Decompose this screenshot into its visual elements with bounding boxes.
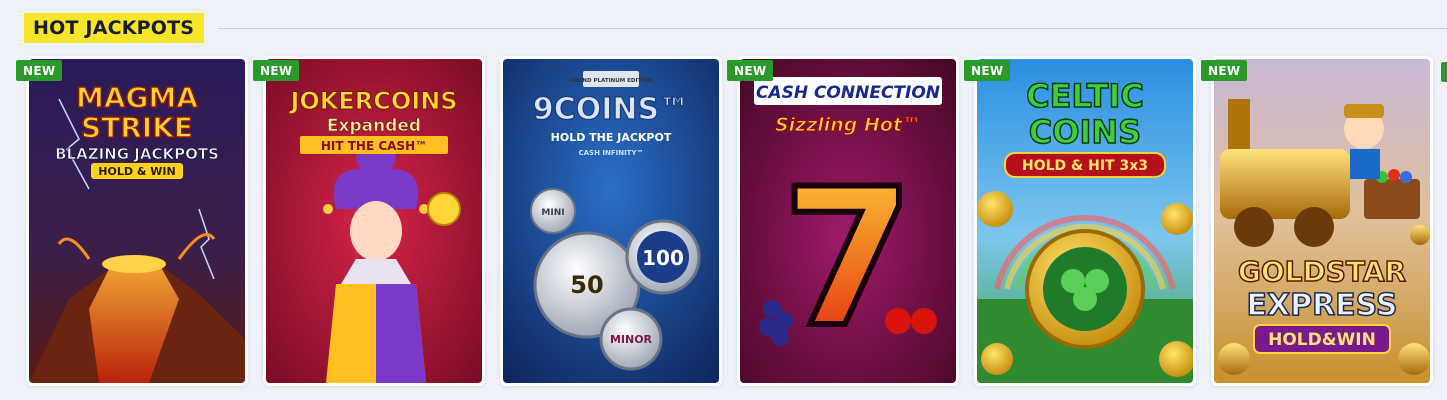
svg-text:HOLD & HIT 3x3: HOLD & HIT 3x3 — [1022, 158, 1148, 174]
new-badge: NEW — [253, 60, 300, 81]
section-title: HOT JACKPOTS — [24, 13, 205, 43]
game-title: GOLDSTAR — [1238, 255, 1406, 288]
new-badge: NEW — [16, 60, 63, 81]
game-card-cash-connection[interactable]: NEW CASH CONNECTION Sizzling Hot™ 7 — [727, 56, 959, 386]
svg-text:STRIKE: STRIKE — [81, 111, 193, 144]
game-thumbnail: CELTIC COINS HOLD & HIT 3x3 — [977, 59, 1193, 383]
game-title: MAGMA — [76, 81, 198, 114]
game-thumbnail: GOLDSTAR EXPRESS HOLD&WIN — [1214, 59, 1430, 383]
svg-text:GRAND PLATINUM EDITION: GRAND PLATINUM EDITION — [569, 78, 653, 84]
game-title: CELTIC — [1026, 77, 1144, 115]
games-grid: NEW MAGMA STRIKE BLAZING JACKPOTS HOLD &… — [16, 56, 1447, 389]
game-card-goldstar-express[interactable]: NEW GOLDSTAR EXPRESS HOLD&WIN — [1201, 56, 1433, 386]
game-title: 9COINS™ — [533, 92, 689, 127]
new-badge: NEW — [727, 60, 774, 81]
new-badge: NEW — [1201, 60, 1248, 81]
svg-text:HOLD&WIN: HOLD&WIN — [1268, 330, 1376, 350]
game-card-celtic-coins[interactable]: NEW CELTIC COINS HOLD & HIT 3x3 — [964, 56, 1196, 386]
game-card-magma-strike[interactable]: NEW MAGMA STRIKE BLAZING JACKPOTS HOLD &… — [16, 56, 248, 386]
svg-text:MINI: MINI — [541, 208, 564, 218]
game-card-9-coins[interactable]: GRAND PLATINUM EDITION 9COINS™ HOLD THE … — [500, 56, 722, 386]
svg-text:EXPRESS: EXPRESS — [1246, 288, 1397, 323]
header-divider — [218, 27, 1447, 29]
game-title: CASH CONNECTION — [756, 83, 940, 103]
svg-text:7: 7 — [782, 148, 914, 369]
svg-text:Sizzling Hot™: Sizzling Hot™ — [775, 114, 921, 136]
section-header: HOT JACKPOTS — [24, 12, 1447, 44]
game-thumbnail: JOKERCOINS Expanded HIT THE CASH™ — [266, 59, 482, 383]
game-thumbnail: MAGMA STRIKE BLAZING JACKPOTS HOLD & WIN — [29, 59, 245, 383]
svg-text:BLAZING JACKPOTS: BLAZING JACKPOTS — [55, 145, 219, 163]
svg-text:HOLD & WIN: HOLD & WIN — [98, 165, 175, 178]
svg-text:100: 100 — [642, 246, 684, 270]
svg-text:HOLD THE JACKPOT: HOLD THE JACKPOT — [551, 131, 672, 144]
game-card-joker-coins[interactable]: NEW JOKERCOINS Expanded HIT THE CASH™ — [253, 56, 485, 386]
new-badge: NEW — [964, 60, 1011, 81]
svg-text:CASH INFINITY™: CASH INFINITY™ — [578, 149, 643, 157]
svg-text:Expanded: Expanded — [327, 116, 421, 136]
next-card-peek[interactable] — [1441, 62, 1447, 82]
svg-text:50: 50 — [570, 271, 603, 299]
svg-text:HIT THE CASH™: HIT THE CASH™ — [321, 139, 427, 153]
svg-text:MINOR: MINOR — [610, 333, 653, 346]
game-thumbnail: CASH CONNECTION Sizzling Hot™ 7 — [740, 59, 956, 383]
svg-text:COINS: COINS — [1029, 113, 1141, 151]
game-thumbnail: GRAND PLATINUM EDITION 9COINS™ HOLD THE … — [503, 59, 719, 383]
game-title: JOKERCOINS — [288, 87, 457, 115]
